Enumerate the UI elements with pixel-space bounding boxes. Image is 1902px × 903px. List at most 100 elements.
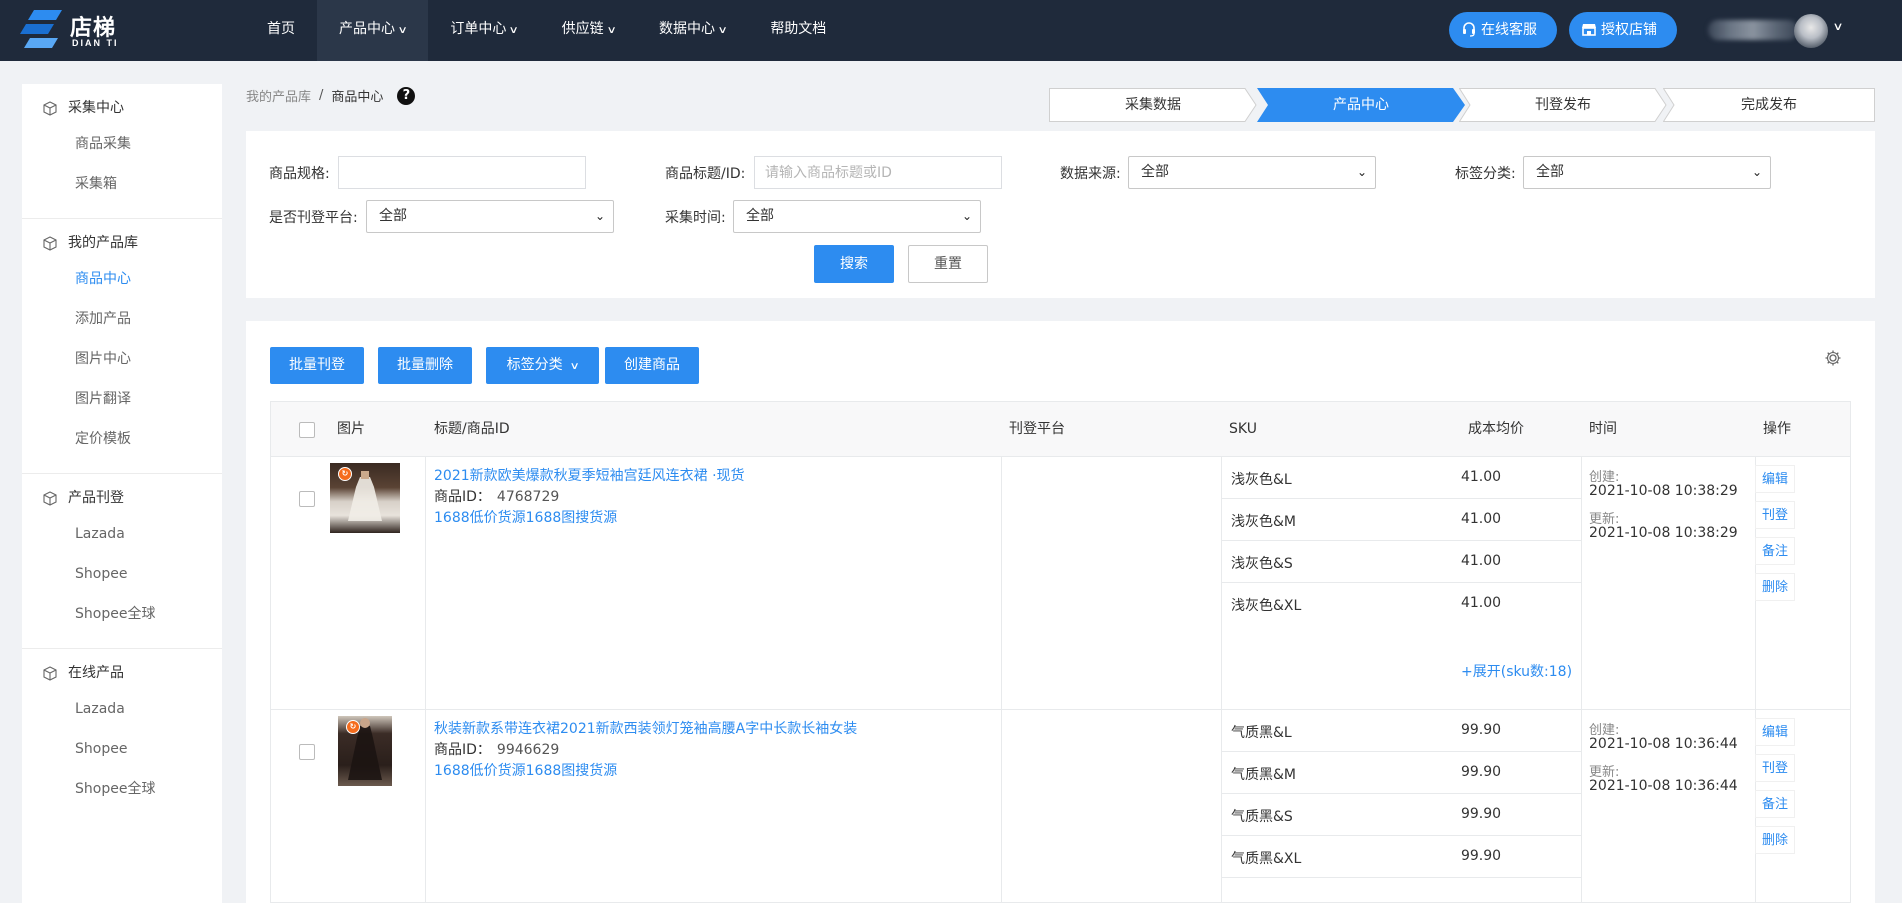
product-id-label: 商品ID：: [434, 489, 491, 505]
sku-name: 浅灰色&XL: [1231, 598, 1302, 614]
nav-home[interactable]: 首页: [245, 0, 317, 61]
title-id-input[interactable]: [754, 156, 1002, 189]
table-row: ↻ 秋装新款系带连衣裙2021新款西装领灯笼袖高腰A字中长款长袖女装 商品ID：…: [271, 710, 1850, 902]
collect-time-select[interactable]: 全部 ⌄: [733, 200, 981, 233]
sidebar-item-listing-lazada[interactable]: Lazada: [22, 514, 222, 554]
nav-product-center[interactable]: 产品中心 ∨: [317, 0, 429, 61]
list-button[interactable]: 刊登: [1755, 501, 1795, 529]
select-value: 全部: [1141, 164, 1169, 180]
sidebar-item-collect-box[interactable]: 采集箱: [22, 164, 222, 204]
headset-icon: [1463, 22, 1475, 37]
note-button[interactable]: 备注: [1755, 790, 1795, 818]
product-id-value: 9946629: [496, 742, 560, 758]
product-id-value: 4768729: [496, 489, 560, 505]
header-ops: 操作: [1763, 421, 1791, 437]
sku-row: 气质黑&XL 99.90: [1221, 836, 1581, 878]
auth-shop-button[interactable]: 授权店铺: [1569, 12, 1677, 48]
listed-platform-label: 是否刊登平台:: [269, 210, 358, 226]
sidebar-item-online-lazada[interactable]: Lazada: [22, 689, 222, 729]
sku-row: 浅灰色&S 41.00: [1221, 541, 1581, 583]
nav-label: 数据中心: [658, 21, 715, 37]
sidebar-item-online-shopee-global[interactable]: Shopee全球: [22, 769, 222, 809]
create-product-button[interactable]: 创建商品: [605, 347, 699, 384]
nav-label: 供应链: [561, 21, 604, 37]
sidebar-item-listing-shopee-global[interactable]: Shopee全球: [22, 594, 222, 634]
sidebar-item-product-center[interactable]: 商品中心: [22, 259, 222, 299]
nav-order-center[interactable]: 订单中心 ∨: [428, 0, 539, 61]
product-title-link[interactable]: 2021新款欧美爆款秋夏季短袖宫廷风连衣裙 ·现货: [434, 465, 745, 485]
gear-icon[interactable]: [1824, 349, 1842, 367]
tag-category-label: 标签分类:: [1455, 166, 1516, 182]
tag-category-button[interactable]: 标签分类 ∨: [486, 347, 599, 384]
header-sku: SKU: [1229, 421, 1257, 437]
sku-name: 浅灰色&S: [1231, 556, 1293, 572]
product-thumbnail[interactable]: ↻: [338, 716, 392, 786]
chevron-down-icon: ⌄: [594, 209, 605, 223]
edit-button[interactable]: 编辑: [1755, 465, 1795, 493]
nav-help-docs[interactable]: 帮助文档: [748, 0, 848, 61]
sidebar-item-online-shopee[interactable]: Shopee: [22, 729, 222, 769]
product-title-link[interactable]: 秋装新款系带连衣裙2021新款西装领灯笼袖高腰A字中长款长袖女装: [434, 718, 857, 738]
step-collect-data[interactable]: 采集数据: [1049, 88, 1257, 122]
chevron-down-icon[interactable]: ∨: [1832, 20, 1843, 33]
sidebar-item-listing-shopee[interactable]: Shopee: [22, 554, 222, 594]
select-all-checkbox[interactable]: [299, 422, 315, 438]
delete-button[interactable]: 删除: [1755, 826, 1795, 854]
step-listing-publish[interactable]: 刊登发布: [1459, 88, 1667, 122]
collect-time-label: 采集时间:: [665, 210, 726, 226]
sidebar-item-image-translate[interactable]: 图片翻译: [22, 379, 222, 419]
row-checkbox[interactable]: [299, 744, 315, 760]
nav-label: 订单中心: [450, 21, 507, 37]
chevron-down-icon: ∨: [508, 25, 520, 36]
product-table: 图片 标题/商品ID 刊登平台 SKU 成本均价 时间 操作 ↻ 2021新款欧…: [270, 401, 1851, 903]
header-time: 时间: [1589, 421, 1617, 437]
chevron-down-icon: ⌄: [1751, 165, 1762, 179]
tag-category-select[interactable]: 全部 ⌄: [1523, 156, 1771, 189]
select-value: 全部: [379, 208, 407, 224]
tag-category-button-label: 标签分类: [506, 357, 563, 373]
sidebar: 采集中心 商品采集 采集箱 我的产品库 商品中心 添加产品 图片中心 图片翻译 …: [22, 84, 222, 903]
listed-platform-select[interactable]: 全部 ⌄: [366, 200, 614, 233]
delete-button[interactable]: 删除: [1755, 573, 1795, 601]
reset-button[interactable]: 重置: [908, 245, 988, 283]
help-icon[interactable]: ?: [397, 86, 416, 105]
sku-price: 99.90: [1460, 764, 1502, 780]
sidebar-item-pricing-template[interactable]: 定价模板: [22, 419, 222, 459]
note-button[interactable]: 备注: [1755, 537, 1795, 565]
product-thumbnail[interactable]: ↻: [330, 463, 400, 533]
sku-price: 99.90: [1460, 848, 1502, 864]
breadcrumb-parent[interactable]: 我的产品库: [246, 86, 311, 105]
sidebar-item-add-product[interactable]: 添加产品: [22, 299, 222, 339]
batch-list-button[interactable]: 批量刊登: [270, 347, 364, 384]
batch-delete-button[interactable]: 批量删除: [378, 347, 472, 384]
source-link[interactable]: 1688低价货源1688图搜货源: [434, 507, 617, 527]
step-label: 完成发布: [1741, 97, 1797, 113]
step-product-center[interactable]: 产品中心: [1257, 88, 1465, 122]
auth-shop-label: 授权店铺: [1601, 22, 1657, 38]
step-label: 采集数据: [1125, 97, 1181, 113]
nav-label: 帮助文档: [770, 21, 827, 37]
expand-skus-link[interactable]: +展开(sku数:18): [1461, 661, 1572, 681]
avatar[interactable]: [1794, 14, 1828, 48]
box-icon: [43, 491, 57, 506]
data-source-select[interactable]: 全部 ⌄: [1128, 156, 1376, 189]
spec-input[interactable]: [338, 156, 586, 189]
list-button[interactable]: 刊登: [1755, 754, 1795, 782]
brand-logo[interactable]: 店梯 DIAN TI: [20, 6, 130, 54]
sidebar-group-my-products: 我的产品库 商品中心 添加产品 图片中心 图片翻译 定价模板: [22, 219, 222, 474]
chevron-down-icon: ∨: [606, 25, 617, 36]
logo-mark-icon: [20, 10, 62, 48]
online-service-button[interactable]: 在线客服: [1449, 12, 1557, 48]
nav-data-center[interactable]: 数据中心 ∨: [637, 0, 748, 61]
username-blurred[interactable]: [1708, 20, 1798, 40]
sidebar-item-image-center[interactable]: 图片中心: [22, 339, 222, 379]
step-finish-publish[interactable]: 完成发布: [1663, 88, 1875, 122]
sidebar-item-product-collect[interactable]: 商品采集: [22, 124, 222, 164]
updated-time: 2021-10-08 10:38:29: [1589, 525, 1738, 541]
main-nav: 首页 产品中心 ∨ 订单中心 ∨ 供应链 ∨ 数据中心 ∨ 帮助文档: [245, 0, 848, 61]
search-button[interactable]: 搜索: [814, 245, 894, 283]
row-checkbox[interactable]: [299, 491, 315, 507]
nav-supply-chain[interactable]: 供应链 ∨: [540, 0, 637, 61]
edit-button[interactable]: 编辑: [1755, 718, 1795, 746]
source-link[interactable]: 1688低价货源1688图搜货源: [434, 760, 617, 780]
